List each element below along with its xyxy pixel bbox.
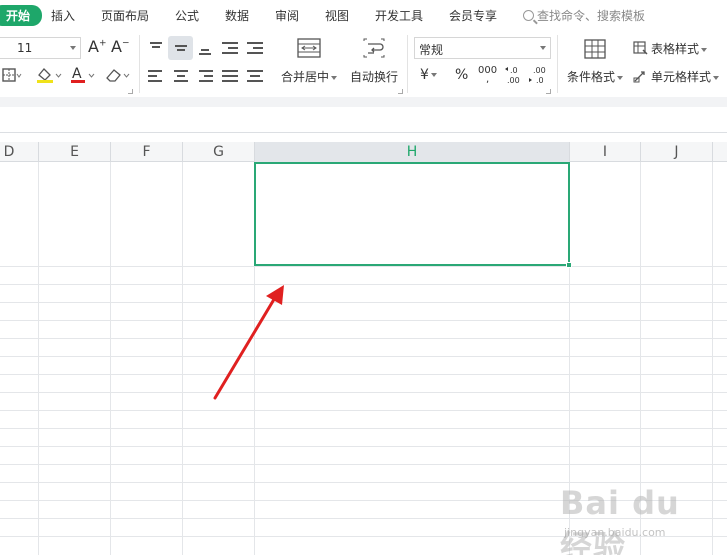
watermark-logo: Bai du 经验 xyxy=(560,484,680,555)
baidu-watermark: Bai du 经验 jingyan.baidu.com xyxy=(560,478,720,555)
watermark-url: jingyan.baidu.com xyxy=(564,526,666,539)
spreadsheet-app: 开始 插入 页面布局 公式 数据 审阅 视图 开发工具 会员专享 查找命令、搜索… xyxy=(0,0,727,555)
annotation-arrow xyxy=(213,285,284,400)
